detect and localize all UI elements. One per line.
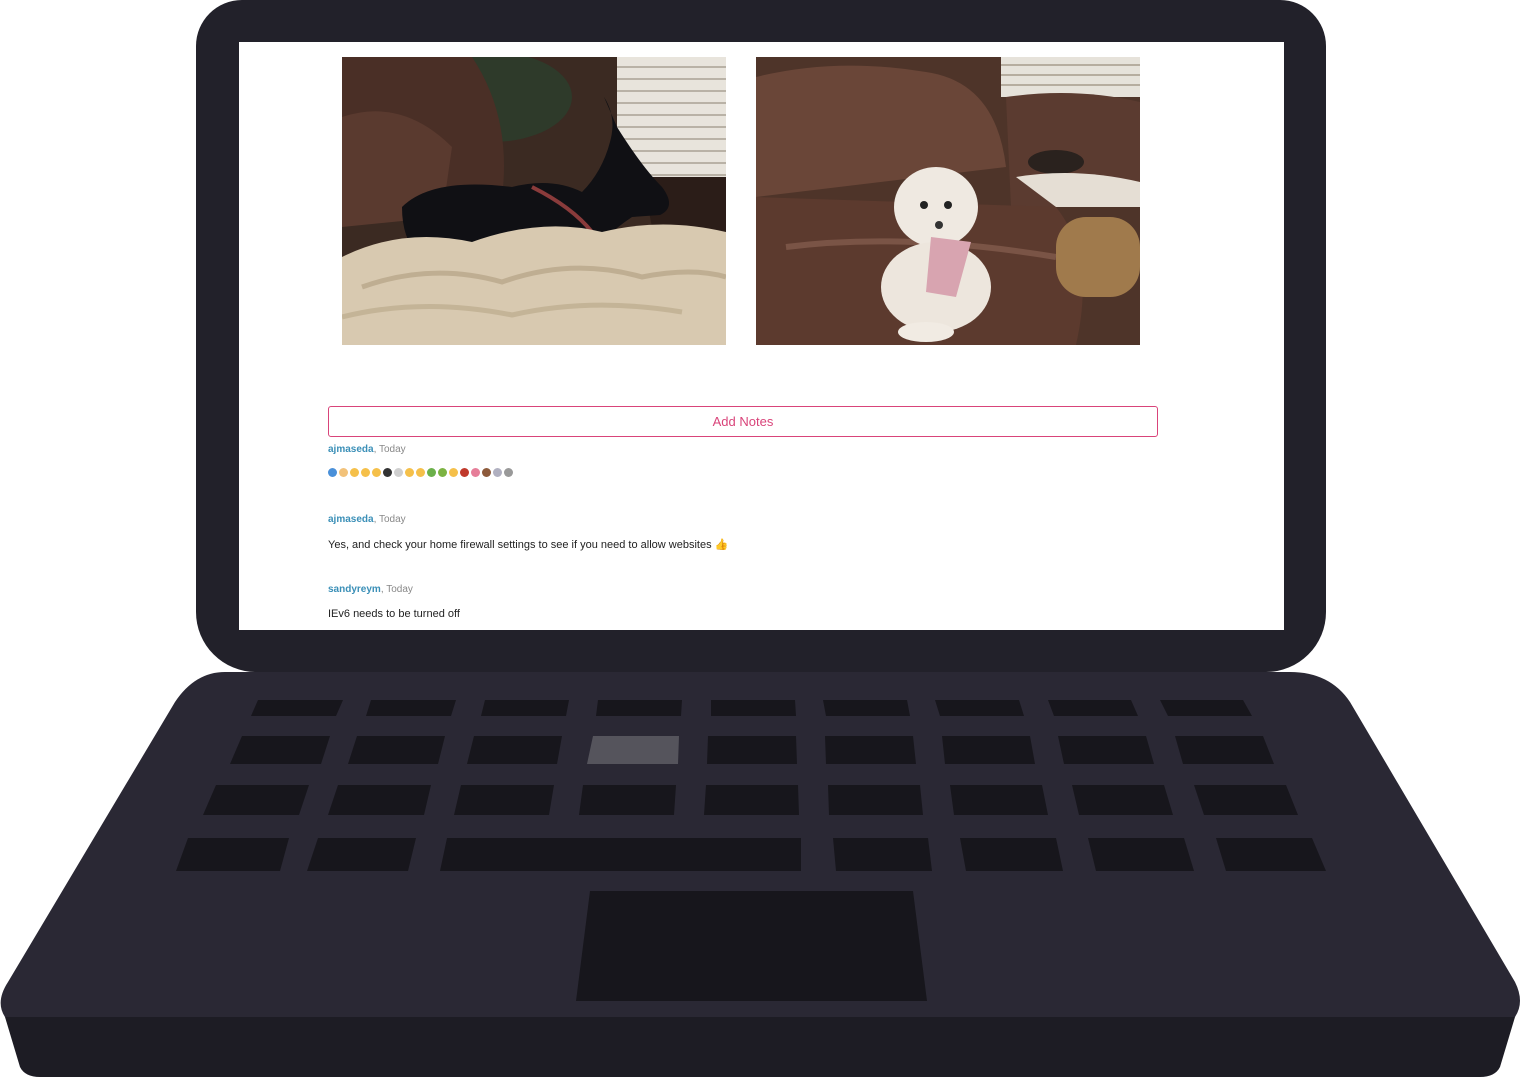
- emoji-icon: [339, 468, 348, 477]
- note-item: sandyreym, Today IEv6 needs to be turned…: [328, 584, 460, 620]
- emoji-icon: [460, 468, 469, 477]
- note-item: ajmaseda, Today: [328, 444, 513, 477]
- dog-on-couch-image: [342, 57, 726, 345]
- note-text: Yes, and check your home firewall settin…: [328, 539, 729, 551]
- emoji-icon: [427, 468, 436, 477]
- emoji-icon: [383, 468, 392, 477]
- emoji-icon: [372, 468, 381, 477]
- laptop-base: [0, 672, 1520, 1077]
- note-timestamp: Today: [378, 514, 406, 525]
- note-meta: ajmaseda, Today: [328, 514, 728, 525]
- emoji-icon: [328, 468, 337, 477]
- add-notes-button[interactable]: Add Notes: [328, 406, 1158, 437]
- emoji-icon: [416, 468, 425, 477]
- dog-photo-left[interactable]: [342, 57, 726, 345]
- emoji-icon: [394, 468, 403, 477]
- laptop-screen: Add Notes ajmaseda, Today ajmaseda, Toda…: [239, 42, 1284, 630]
- emoji-icon: [361, 468, 370, 477]
- emoji-icon: [438, 468, 447, 477]
- note-username[interactable]: ajmaseda: [328, 444, 374, 455]
- note-username[interactable]: ajmaseda: [328, 514, 374, 525]
- emoji-icon: [405, 468, 414, 477]
- note-meta: ajmaseda, Today: [328, 444, 513, 455]
- emoji-icon: [350, 468, 359, 477]
- note-timestamp: Today: [378, 444, 406, 455]
- note-meta: sandyreym, Today: [328, 584, 460, 595]
- emoji-icon: [493, 468, 502, 477]
- emoji-icon: [471, 468, 480, 477]
- note-item: ajmaseda, Today Yes, and check your home…: [328, 514, 728, 551]
- dog-photo-right[interactable]: [756, 57, 1140, 345]
- emoji-icon: [482, 468, 491, 477]
- poodle-on-couch-image: [756, 57, 1140, 345]
- note-username[interactable]: sandyreym: [328, 584, 381, 595]
- emoji-icon: [449, 468, 458, 477]
- emoji-row: [328, 468, 513, 477]
- note-timestamp: Today: [386, 584, 413, 595]
- emoji-icon: [504, 468, 513, 477]
- note-text: IEv6 needs to be turned off: [328, 608, 460, 620]
